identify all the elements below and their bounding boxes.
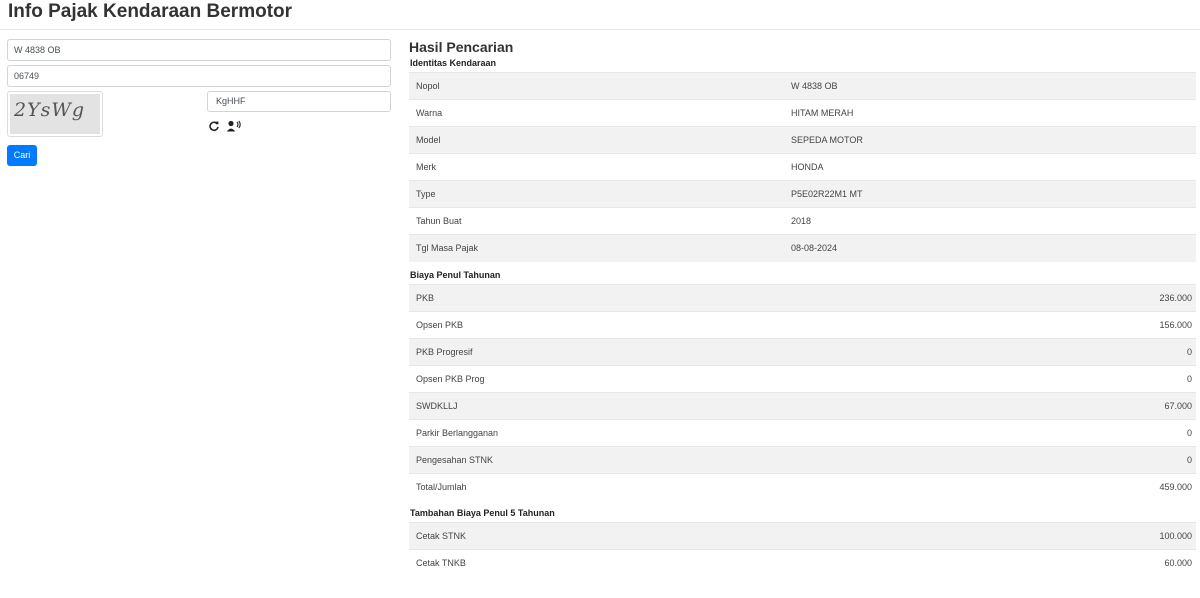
biaya-5-tahunan-table: Cetak STNK 100.000 Cetak TNKB 60.000 <box>409 522 1196 577</box>
row-label: Opsen PKB Prog <box>409 364 951 392</box>
biaya-tahunan-heading: Biaya Penul Tahunan <box>410 269 501 280</box>
row-label: Cetak TNKB <box>409 549 878 577</box>
table-row: Parkir Berlangganan 0 <box>409 418 1196 446</box>
table-row: Opsen PKB Prog 0 <box>409 364 1196 392</box>
row-value: 236.000 <box>950 283 1196 311</box>
row-label: Tahun Buat <box>409 207 784 235</box>
captcha-image: 2YsWg <box>7 91 103 137</box>
captcha-input[interactable]: KgHHF <box>207 91 391 112</box>
row-label: Cetak STNK <box>409 522 878 550</box>
row-label: PKB <box>409 283 951 311</box>
row-label: PKB Progresif <box>409 337 951 365</box>
table-row: Tgl Masa Pajak 08-08-2024 <box>409 234 1196 262</box>
table-row: Cetak TNKB 60.000 <box>409 549 1196 577</box>
table-row: Warna HITAM MERAH <box>409 99 1196 127</box>
biaya-tahunan-table: PKB 236.000 Opsen PKB 156.000 PKB Progresi… <box>409 283 1196 500</box>
table-row: Nopol W 4838 OB <box>409 72 1196 100</box>
table-row: Opsen PKB 156.000 <box>409 310 1196 338</box>
row-value: W 4838 OB <box>784 72 1196 100</box>
row-label: Warna <box>409 99 784 127</box>
row-value: 08-08-2024 <box>784 234 1196 262</box>
row-label: Opsen PKB <box>409 310 951 338</box>
row-value: 60.000 <box>877 549 1196 577</box>
cari-button[interactable]: Cari <box>7 145 37 166</box>
table-row: Cetak STNK 100.000 <box>409 522 1196 550</box>
row-value: 459.000 <box>950 472 1196 500</box>
row-label: Tgl Masa Pajak <box>409 234 784 262</box>
row-value: HONDA <box>784 153 1196 181</box>
table-row: PKB Progresif 0 <box>409 337 1196 365</box>
row-label: Model <box>409 126 784 154</box>
identitas-table: Nopol W 4838 OB Warna HITAM MERAH Model SEP… <box>409 72 1196 262</box>
code-input[interactable]: 06749 <box>7 65 391 87</box>
captcha-tools <box>208 116 244 132</box>
table-row: Total/Jumlah 459.000 <box>409 472 1196 500</box>
row-value: 156.000 <box>950 310 1196 338</box>
title-divider <box>0 29 1200 30</box>
audio-captcha-icon[interactable] <box>226 119 242 132</box>
row-value: 2018 <box>784 207 1196 235</box>
identitas-heading: Identitas Kendaraan <box>410 58 497 68</box>
row-label: Total/Jumlah <box>409 472 951 500</box>
row-value: 100.000 <box>877 522 1196 550</box>
row-label: Type <box>409 180 784 208</box>
row-value: 67.000 <box>950 391 1196 419</box>
row-label: Pengesahan STNK <box>409 445 951 473</box>
table-row: Tahun Buat 2018 <box>409 207 1196 235</box>
captcha-text: 2YsWg <box>10 94 100 134</box>
table-row: PKB 236.000 <box>409 283 1196 311</box>
row-value: HITAM MERAH <box>784 99 1196 127</box>
row-label: Nopol <box>409 72 784 100</box>
table-row: Pengesahan STNK 0 <box>409 445 1196 473</box>
table-row: Model SEPEDA MOTOR <box>409 126 1196 154</box>
refresh-icon[interactable] <box>208 119 220 131</box>
table-row: Merk HONDA <box>409 153 1196 181</box>
nopol-input[interactable]: W 4838 OB <box>7 39 391 61</box>
row-value: 0 <box>950 337 1196 365</box>
row-label: Merk <box>409 153 784 181</box>
row-value: 0 <box>950 418 1196 446</box>
row-value: 0 <box>950 445 1196 473</box>
row-value: 0 <box>950 364 1196 392</box>
row-label: SWDKLLJ <box>409 391 951 419</box>
page-title: Info Pajak Kendaraan Bermotor <box>8 1 293 22</box>
row-value: SEPEDA MOTOR <box>784 126 1196 154</box>
results-panel: Hasil Pencarian Identitas Kendaraan Nopo… <box>409 39 1196 577</box>
results-title: Hasil Pencarian <box>409 39 514 55</box>
table-row: Type P5E02R22M1 MT <box>409 180 1196 208</box>
table-row: SWDKLLJ 67.000 <box>409 391 1196 419</box>
row-value: P5E02R22M1 MT <box>784 180 1196 208</box>
row-label: Parkir Berlangganan <box>409 418 951 446</box>
biaya-5-tahunan-heading: Tambahan Biaya Penul 5 Tahunan <box>410 508 555 518</box>
